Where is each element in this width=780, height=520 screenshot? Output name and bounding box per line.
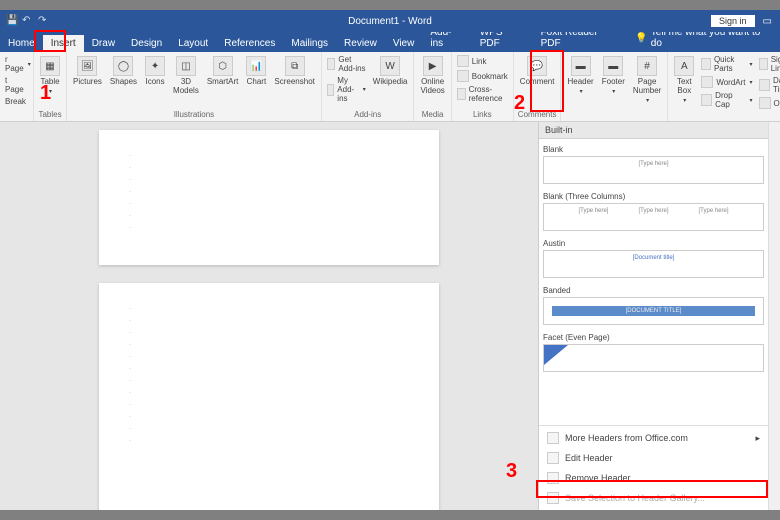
sign-in-button[interactable]: Sign in — [711, 15, 755, 27]
link-button[interactable]: Link — [456, 54, 509, 68]
tab-layout[interactable]: Layout — [170, 35, 216, 52]
header-button[interactable]: ▬Header▾ — [565, 54, 595, 97]
chart-button[interactable]: 📊Chart — [244, 54, 268, 89]
tab-mailings[interactable]: Mailings — [283, 35, 336, 52]
page[interactable]: ············ — [99, 283, 439, 510]
online-video-button[interactable]: ▶Online Videos — [418, 54, 446, 98]
pagenum-icon: # — [637, 56, 657, 76]
comment-button[interactable]: 💬Comment — [518, 54, 557, 89]
remove-header-menu[interactable]: Remove Header — [539, 468, 768, 488]
document-canvas: ······· ············ Built-in Blank [Typ… — [0, 122, 780, 510]
table-icon: ▦ — [40, 56, 60, 76]
cover-page-button[interactable]: r Page▾ — [4, 54, 29, 74]
wordart-icon — [701, 76, 713, 88]
table-button[interactable]: ▦Table▾ — [38, 54, 62, 97]
page[interactable]: ······· — [99, 130, 439, 265]
gallery-section-header: Built-in — [539, 122, 768, 139]
page-break-button[interactable]: Break — [4, 96, 29, 107]
footer-icon: ▬ — [603, 56, 623, 76]
vertical-scrollbar[interactable] — [768, 122, 780, 510]
footer-button[interactable]: ▬Footer▾ — [600, 54, 627, 97]
tab-references[interactable]: References — [216, 35, 283, 52]
page-number-button[interactable]: #Page Number▾ — [631, 54, 663, 106]
datetime-button[interactable]: Date & Time — [758, 75, 780, 95]
smartart-icon: ⬡ — [213, 56, 233, 76]
wikipedia-button[interactable]: WWikipedia — [371, 54, 410, 89]
gallery-item-blank[interactable]: Blank [Type here] — [543, 143, 764, 184]
quickparts-button[interactable]: Quick Parts▾ — [700, 54, 753, 74]
wikipedia-icon: W — [380, 56, 400, 76]
gallery-item-banded[interactable]: Banded [DOCUMENT TITLE] — [543, 284, 764, 325]
tab-draw[interactable]: Draw — [84, 35, 123, 52]
addins-icon — [327, 84, 334, 96]
comment-icon: 💬 — [527, 56, 547, 76]
bulb-icon: 💡 — [635, 33, 647, 44]
edit-icon — [547, 452, 559, 464]
datetime-icon — [759, 79, 770, 91]
textbox-button[interactable]: AText Box▾ — [672, 54, 696, 106]
crossref-icon — [457, 88, 466, 100]
title-bar: 💾 ↶ ↷ Document1 - Word Sign in ▭ — [0, 10, 780, 32]
edit-header-menu[interactable]: Edit Header — [539, 448, 768, 468]
bookmark-button[interactable]: Bookmark — [456, 69, 509, 83]
save-header-menu: Save Selection to Header Gallery... — [539, 488, 768, 508]
tab-design[interactable]: Design — [123, 35, 170, 52]
document-title: Document1 - Word — [348, 16, 432, 27]
header-icon: ▬ — [571, 56, 591, 76]
my-addins-button[interactable]: My Add-ins▾ — [326, 75, 367, 104]
gallery-item-austin[interactable]: Austin [Document title] — [543, 237, 764, 278]
dropcap-button[interactable]: Drop Cap▾ — [700, 90, 753, 110]
undo-icon[interactable]: ↶ — [22, 15, 34, 27]
link-icon — [457, 55, 469, 67]
shapes-icon: ◯ — [113, 56, 133, 76]
blank-page-button[interactable]: t Page — [4, 75, 29, 95]
screenshot-button[interactable]: ⧉Screenshot — [272, 54, 316, 89]
video-icon: ▶ — [423, 56, 443, 76]
store-icon — [327, 58, 336, 70]
save-icon[interactable]: 💾 — [6, 15, 18, 27]
wordart-button[interactable]: WordArt▾ — [700, 75, 753, 89]
more-headers-menu[interactable]: More Headers from Office.com▸ — [539, 428, 768, 448]
smartart-button[interactable]: ⬡SmartArt — [205, 54, 241, 89]
crossref-button[interactable]: Cross-reference — [456, 84, 509, 104]
gallery-item-facet[interactable]: Facet (Even Page) — [543, 331, 764, 372]
shapes-button[interactable]: ◯Shapes — [108, 54, 139, 89]
pictures-button[interactable]: 🖼Pictures — [71, 54, 104, 89]
pictures-icon: 🖼 — [77, 56, 97, 76]
icons-button[interactable]: ✦Icons — [143, 54, 167, 89]
quickparts-icon — [701, 58, 711, 70]
tab-review[interactable]: Review — [336, 35, 385, 52]
ribbon: r Page▾ t Page Break ▦Table▾ Tables 🖼Pic… — [0, 52, 780, 122]
remove-icon — [547, 472, 559, 484]
tab-view[interactable]: View — [385, 35, 423, 52]
tab-home[interactable]: Home — [0, 35, 43, 52]
tab-insert[interactable]: Insert — [43, 35, 84, 52]
object-button[interactable]: Object▾ — [758, 96, 780, 110]
redo-icon[interactable]: ↷ — [38, 15, 50, 27]
cube-icon: ◫ — [176, 56, 196, 76]
signature-button[interactable]: Signature Line▾ — [758, 54, 780, 74]
get-addins-button[interactable]: Get Add-ins — [326, 54, 367, 74]
textbox-icon: A — [674, 56, 694, 76]
icons-icon: ✦ — [145, 56, 165, 76]
header-gallery: Built-in Blank [Type here] Blank (Three … — [538, 122, 768, 510]
3dmodels-button[interactable]: ◫3D Models — [171, 54, 201, 98]
save-gallery-icon — [547, 492, 559, 504]
bookmark-icon — [457, 70, 469, 82]
office-icon — [547, 432, 559, 444]
object-icon — [759, 97, 771, 109]
screenshot-icon: ⧉ — [285, 56, 305, 76]
gallery-item-blank3col[interactable]: Blank (Three Columns) [Type here][Type h… — [543, 190, 764, 231]
ribbon-tabs: Home Insert Draw Design Layout Reference… — [0, 32, 780, 52]
signature-icon — [759, 58, 768, 70]
dropcap-icon — [701, 94, 712, 106]
chart-icon: 📊 — [246, 56, 266, 76]
ribbon-options-icon[interactable]: ▭ — [763, 16, 772, 27]
